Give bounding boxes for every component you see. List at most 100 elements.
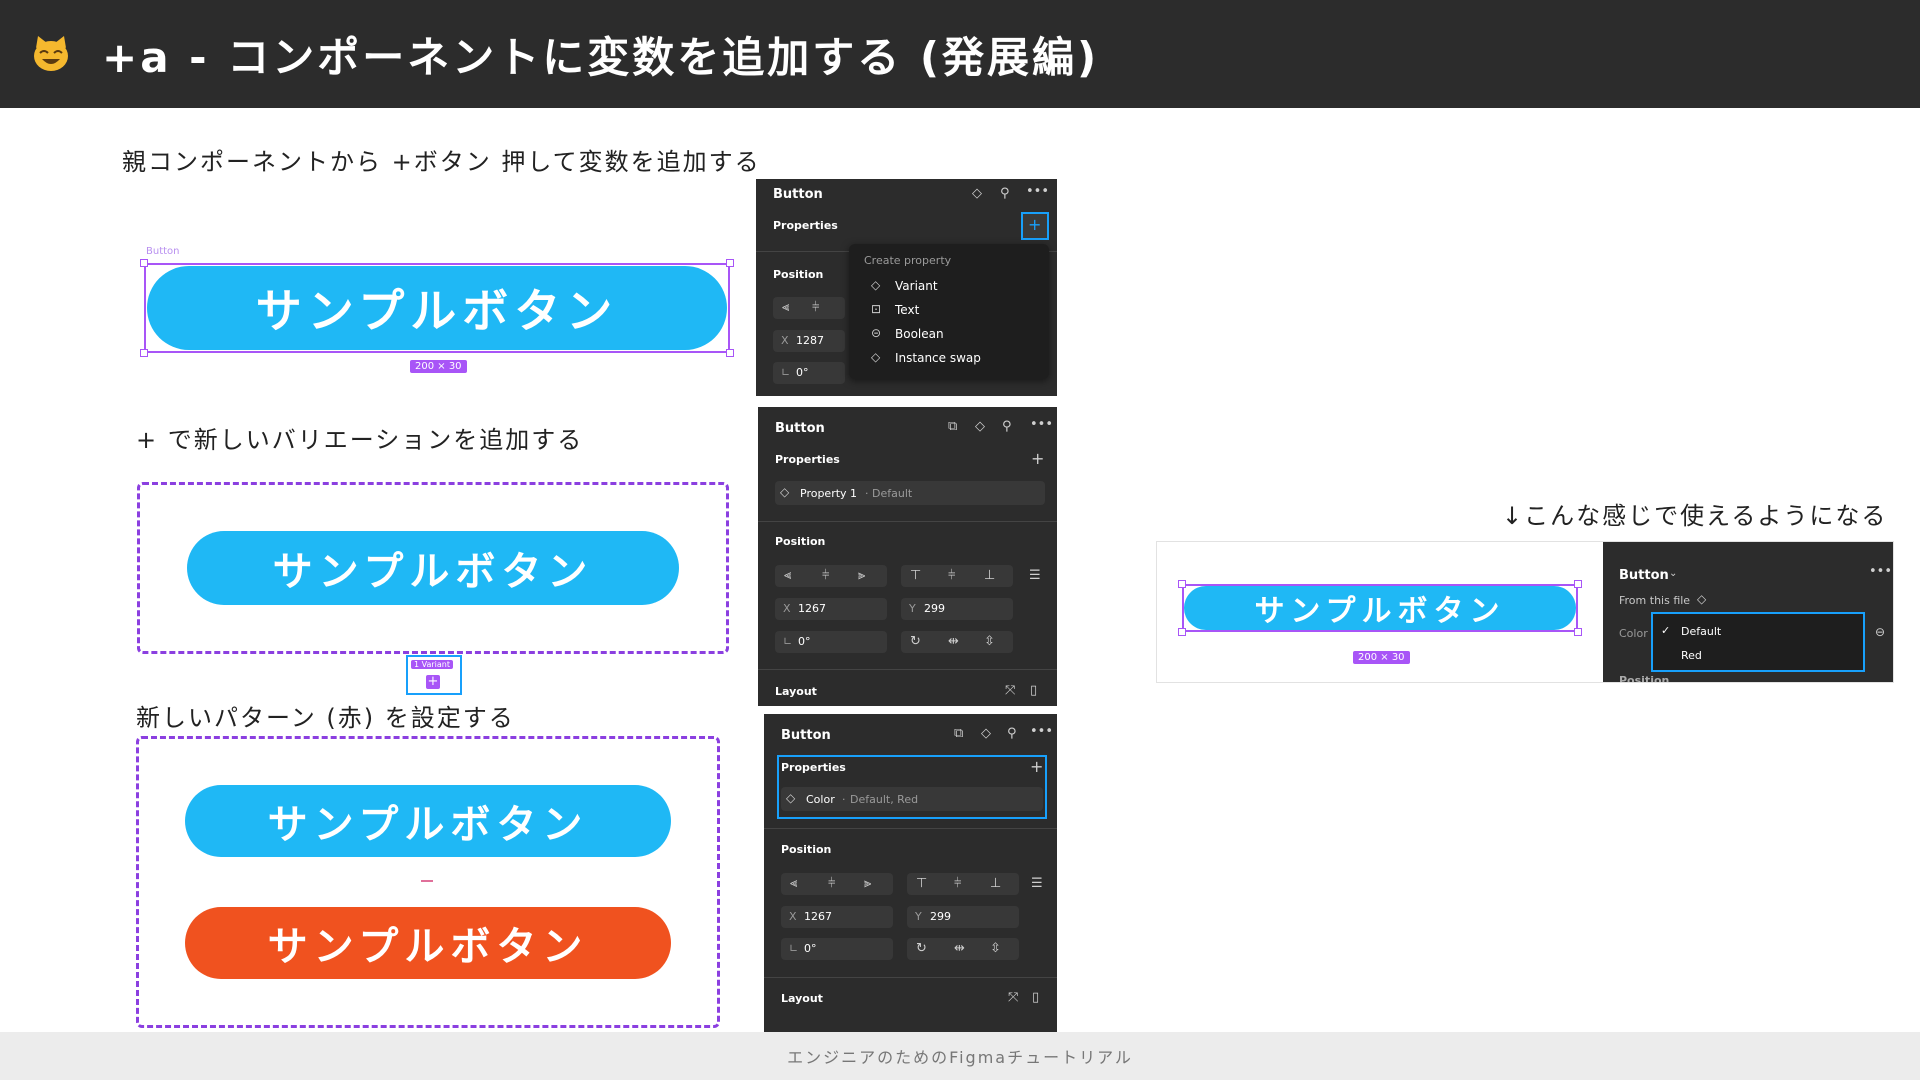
align-middle-icon[interactable]: ⫩ bbox=[948, 568, 955, 583]
x-value: 1267 bbox=[804, 910, 832, 923]
adjust-icon[interactable]: ⚲ bbox=[1000, 186, 1010, 201]
from-file-label: From this file bbox=[1619, 594, 1691, 607]
x-label: X bbox=[783, 602, 791, 615]
properties-panel-variant: Button ⧉ ◇ ⚲ ••• Properties + ◇ Property… bbox=[758, 407, 1057, 706]
properties-panel-create: Button ◇ ⚲ ••• Properties + Position ⫷ ⫩… bbox=[756, 179, 1057, 396]
resize-handle[interactable] bbox=[1178, 628, 1186, 636]
property-value: Default, Red bbox=[850, 793, 919, 806]
layout-grid-icon[interactable]: ▯ bbox=[1032, 990, 1039, 1005]
menu-item-label: Text bbox=[895, 303, 920, 317]
align-bottom-icon[interactable]: ⊥ bbox=[990, 876, 1001, 891]
align-center-icon[interactable]: ⫩ bbox=[822, 568, 829, 583]
sample-button-instance[interactable]: サンプルボタン bbox=[1184, 586, 1576, 630]
panel-title: Button bbox=[1619, 568, 1669, 583]
align-left-icon[interactable]: ⫷ bbox=[782, 300, 789, 315]
variant-icon: ◇ bbox=[780, 485, 790, 499]
detach-icon[interactable]: ⧉ bbox=[954, 726, 963, 741]
position-heading: Position bbox=[773, 268, 824, 281]
resize-handle[interactable] bbox=[140, 259, 148, 267]
y-field[interactable] bbox=[907, 906, 1019, 928]
detach-icon[interactable]: ⧉ bbox=[948, 419, 957, 434]
align-bottom-icon[interactable]: ⊥ bbox=[984, 568, 995, 583]
color-dropdown[interactable] bbox=[1651, 612, 1865, 672]
more-icon[interactable]: ••• bbox=[1030, 724, 1053, 739]
component-icon[interactable]: ◇ bbox=[972, 186, 982, 201]
horizontal-align-buttons[interactable] bbox=[775, 565, 887, 587]
menu-item-text[interactable]: ⊡ Text bbox=[849, 300, 1049, 322]
resize-handle[interactable] bbox=[726, 349, 734, 357]
variant-badge: 1 Variant bbox=[411, 660, 454, 669]
align-top-icon[interactable]: ⊤ bbox=[916, 876, 927, 891]
divider bbox=[764, 828, 1057, 829]
panel-title: Button bbox=[775, 421, 825, 436]
component-icon[interactable]: ◇ bbox=[981, 726, 991, 741]
sample-button-red[interactable]: サンプルボタン bbox=[185, 907, 671, 979]
adjust-icon[interactable]: ⚲ bbox=[1007, 726, 1017, 741]
menu-item-variant[interactable]: ◇ Variant bbox=[849, 276, 1049, 298]
resize-handle[interactable] bbox=[726, 259, 734, 267]
adjust-icon[interactable]: ⚲ bbox=[1002, 419, 1012, 434]
horizontal-align-buttons[interactable] bbox=[781, 873, 893, 895]
resize-handle[interactable] bbox=[1574, 580, 1582, 588]
align-center-icon[interactable]: ⫩ bbox=[812, 300, 819, 315]
position-heading: Position bbox=[1619, 674, 1670, 682]
align-left-icon[interactable]: ⫷ bbox=[784, 568, 791, 583]
caption-step2: + で新しいバリエーションを追加する bbox=[136, 426, 584, 454]
properties-panel-color: Button ⧉ ◇ ⚲ ••• Properties + ◇ Color · … bbox=[764, 714, 1057, 1032]
flip-vertical-icon[interactable]: ⇳ bbox=[990, 941, 1001, 956]
align-middle-icon[interactable]: ⫩ bbox=[954, 876, 961, 891]
resize-handle[interactable] bbox=[140, 349, 148, 357]
add-property-button[interactable]: + bbox=[1031, 449, 1044, 468]
align-right-icon[interactable]: ⫸ bbox=[858, 568, 865, 583]
add-property-button[interactable]: + bbox=[1030, 757, 1043, 776]
distribute-icon[interactable]: ☰ bbox=[1029, 568, 1041, 583]
more-icon[interactable]: ••• bbox=[1869, 564, 1892, 579]
rotation-value: 0° bbox=[798, 635, 811, 648]
x-field[interactable] bbox=[781, 906, 893, 928]
rotate-icon[interactable]: ↻ bbox=[910, 634, 921, 649]
menu-item-boolean[interactable]: ⊝ Boolean bbox=[849, 324, 1049, 346]
component-name-label: Button bbox=[146, 246, 180, 257]
layout-heading: Layout bbox=[781, 992, 823, 1005]
more-icon[interactable]: ••• bbox=[1026, 184, 1049, 199]
sample-button[interactable]: サンプルボタン bbox=[147, 266, 727, 350]
flip-horizontal-icon[interactable]: ⇹ bbox=[954, 941, 965, 956]
layout-heading: Layout bbox=[775, 685, 817, 698]
menu-item-label: Instance swap bbox=[895, 351, 981, 365]
add-variant-button[interactable]: + bbox=[426, 675, 440, 689]
align-right-icon[interactable]: ⫸ bbox=[864, 876, 871, 891]
go-to-main-icon[interactable]: ⊖ bbox=[1875, 625, 1885, 639]
auto-layout-icon[interactable]: ⤧ bbox=[1005, 683, 1015, 698]
more-icon[interactable]: ••• bbox=[1030, 417, 1053, 432]
sample-button[interactable]: サンプルボタン bbox=[187, 531, 679, 605]
menu-item-instance-swap[interactable]: ◇ Instance swap bbox=[849, 348, 1049, 370]
component-icon[interactable]: ◇ bbox=[975, 419, 985, 434]
option-default[interactable]: Default bbox=[1681, 625, 1721, 638]
chevron-down-icon[interactable]: ⌄ bbox=[1669, 568, 1677, 579]
divider bbox=[764, 977, 1057, 978]
menu-item-label: Variant bbox=[895, 279, 938, 293]
sample-button-default[interactable]: サンプルボタン bbox=[185, 785, 671, 857]
text-icon: ⊡ bbox=[871, 302, 882, 316]
flip-horizontal-icon[interactable]: ⇹ bbox=[948, 634, 959, 649]
align-top-icon[interactable]: ⊤ bbox=[910, 568, 921, 583]
option-red[interactable]: Red bbox=[1681, 649, 1702, 662]
align-center-icon[interactable]: ⫩ bbox=[828, 876, 835, 891]
rotate-icon[interactable]: ↻ bbox=[916, 941, 927, 956]
resize-handle[interactable] bbox=[1178, 580, 1186, 588]
x-field[interactable] bbox=[775, 598, 887, 620]
slide-header: +a - コンポーネントに変数を追加する (発展編) bbox=[0, 0, 1920, 108]
properties-heading: Properties bbox=[775, 453, 840, 466]
distribute-icon[interactable]: ☰ bbox=[1031, 876, 1043, 891]
auto-layout-icon[interactable]: ⤧ bbox=[1008, 990, 1018, 1005]
y-value: 299 bbox=[924, 602, 945, 615]
align-left-icon[interactable]: ⫷ bbox=[790, 876, 797, 891]
flip-vertical-icon[interactable]: ⇳ bbox=[984, 634, 995, 649]
variant-set-frame bbox=[136, 736, 720, 1028]
layout-grid-icon[interactable]: ▯ bbox=[1030, 683, 1037, 698]
position-heading: Position bbox=[781, 843, 832, 856]
y-field[interactable] bbox=[901, 598, 1013, 620]
position-heading: Position bbox=[775, 535, 826, 548]
property-separator: · bbox=[865, 487, 869, 500]
resize-handle[interactable] bbox=[1574, 628, 1582, 636]
